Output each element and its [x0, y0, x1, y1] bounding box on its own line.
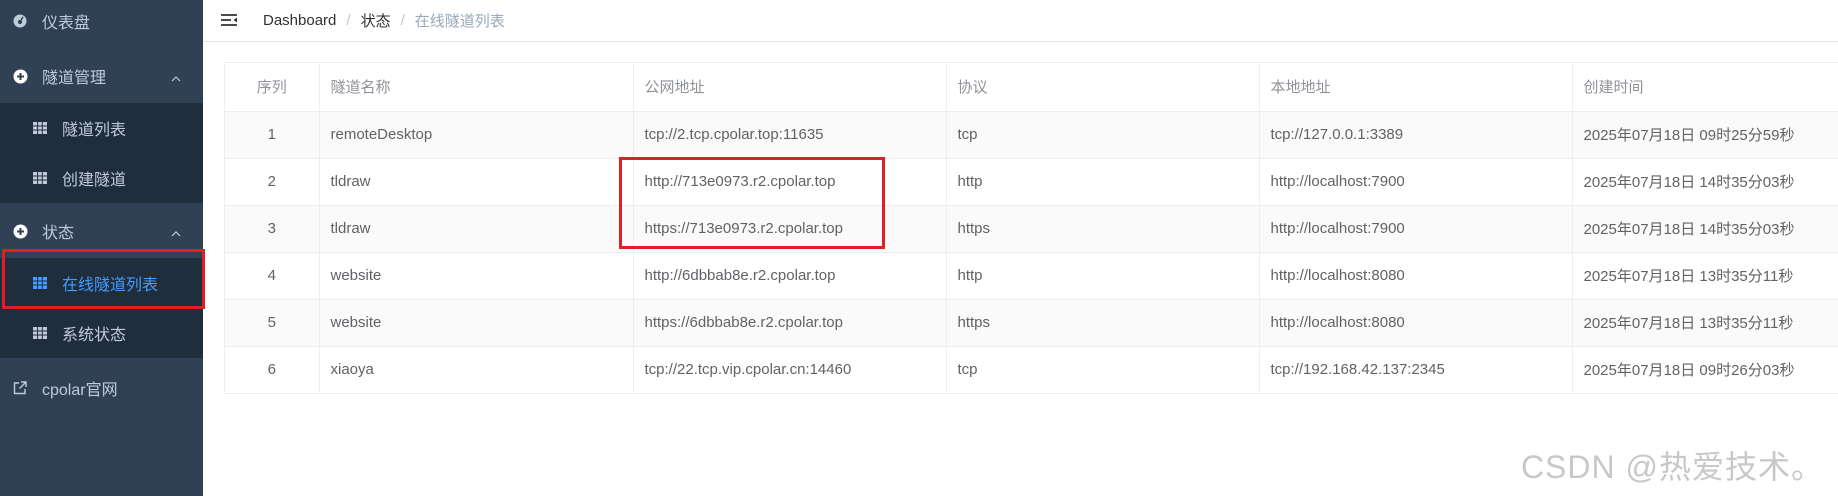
table-icon [32, 325, 48, 341]
cell-index: 5 [225, 299, 320, 347]
table-header-row: 序列 隧道名称 公网地址 协议 本地地址 创建时间 [225, 63, 1838, 112]
table-row: 6 xiaoya tcp://22.tcp.vip.cpolar.cn:1446… [225, 346, 1838, 394]
cell-name: website [319, 299, 634, 347]
sidebar-item-label: 仪表盘 [42, 15, 91, 32]
plus-circle-icon [12, 223, 28, 239]
sidebar-item-label: 隧道列表 [62, 122, 127, 139]
sidebar-item-cpolar-website[interactable]: cpolar官网 [0, 363, 203, 413]
table-row: 4 website http://6dbbab8e.r2.cpolar.top … [225, 252, 1838, 300]
cell-created-time: 2025年07月18日 09时25分59秒 [1572, 111, 1838, 159]
table-icon [32, 275, 48, 291]
hamburger-icon[interactable] [220, 13, 238, 29]
cell-public-url: https://6dbbab8e.r2.cpolar.top [633, 299, 947, 347]
cell-protocol: tcp [946, 111, 1260, 159]
sidebar-item-label: cpolar官网 [42, 382, 118, 399]
breadcrumb: Dashboard / 状态 / 在线隧道列表 [263, 10, 505, 31]
breadcrumb-current: 在线隧道列表 [414, 13, 505, 30]
cell-local-address: tcp://127.0.0.1:3389 [1259, 111, 1573, 159]
cell-index: 3 [225, 205, 320, 253]
cell-created-time: 2025年07月18日 13时35分11秒 [1572, 299, 1838, 347]
navbar: Dashboard / 状态 / 在线隧道列表 [203, 0, 1838, 42]
breadcrumb-dashboard[interactable]: Dashboard [263, 12, 336, 29]
breadcrumb-status: 状态 [360, 13, 391, 30]
cell-created-time: 2025年07月18日 09时26分03秒 [1572, 346, 1838, 394]
sidebar-item-label: 创建隧道 [62, 172, 127, 189]
cell-public-url: tcp://2.tcp.cpolar.top:11635 [633, 111, 947, 159]
column-header-name[interactable]: 隧道名称 [319, 63, 634, 112]
breadcrumb-separator: / [400, 12, 405, 29]
cell-created-time: 2025年07月18日 13时35分11秒 [1572, 252, 1838, 300]
cell-local-address: http://localhost:7900 [1259, 158, 1573, 206]
table-icon [32, 170, 48, 186]
table-row: 1 remoteDesktop tcp://2.tcp.cpolar.top:1… [225, 111, 1838, 159]
table-row: 2 tldraw http://713e0973.r2.cpolar.top h… [225, 158, 1838, 206]
cell-protocol: https [946, 299, 1260, 347]
cell-name: tldraw [319, 205, 634, 253]
cell-index: 1 [225, 111, 320, 159]
watermark: CSDN @热爱技术。 [1520, 449, 1824, 485]
sidebar-item-label: 状态 [42, 225, 75, 242]
cell-public-url: tcp://22.tcp.vip.cpolar.cn:14460 [633, 346, 947, 394]
sidebar-item-label: 隧道管理 [42, 70, 107, 87]
sidebar-item-tunnel-management[interactable]: 隧道管理 [0, 51, 203, 101]
cell-protocol: https [946, 205, 1260, 253]
sidebar: 仪表盘 隧道管理 隧道列表 创建隧道 状态 在线隧道列表 系统状态 cpolar… [0, 0, 203, 496]
cell-local-address: http://localhost:7900 [1259, 205, 1573, 253]
plus-circle-icon [12, 68, 28, 84]
cell-public-url: https://713e0973.r2.cpolar.top [633, 205, 947, 253]
table-icon [32, 120, 48, 136]
column-header-public-url[interactable]: 公网地址 [633, 63, 947, 112]
cell-protocol: http [946, 252, 1260, 300]
cell-index: 6 [225, 346, 320, 394]
breadcrumb-separator: / [346, 12, 351, 29]
cell-created-time: 2025年07月18日 14时35分03秒 [1572, 205, 1838, 253]
cell-index: 2 [225, 158, 320, 206]
sidebar-item-label: 系统状态 [62, 327, 127, 344]
cell-local-address: http://localhost:8080 [1259, 299, 1573, 347]
cell-created-time: 2025年07月18日 14时35分03秒 [1572, 158, 1838, 206]
table-row: 5 website https://6dbbab8e.r2.cpolar.top… [225, 299, 1838, 347]
cell-protocol: http [946, 158, 1260, 206]
online-tunnels-table: 序列 隧道名称 公网地址 协议 本地地址 创建时间 1 remoteDeskto… [224, 62, 1838, 394]
sidebar-item-dashboard[interactable]: 仪表盘 [0, 0, 203, 46]
cell-index: 4 [225, 252, 320, 300]
external-link-icon [12, 380, 28, 396]
cell-public-url: http://6dbbab8e.r2.cpolar.top [633, 252, 947, 300]
dashboard-icon [12, 13, 28, 29]
cell-name: website [319, 252, 634, 300]
sidebar-item-status[interactable]: 状态 [0, 206, 203, 256]
sidebar-item-tunnel-list[interactable]: 隧道列表 [0, 103, 203, 153]
cell-name: tldraw [319, 158, 634, 206]
cell-name: remoteDesktop [319, 111, 634, 159]
column-header-index[interactable]: 序列 [225, 63, 320, 112]
sidebar-item-online-tunnels[interactable]: 在线隧道列表 [0, 258, 203, 308]
cell-public-url: http://713e0973.r2.cpolar.top [633, 158, 947, 206]
sidebar-item-label: 在线隧道列表 [62, 277, 159, 294]
chevron-up-icon [171, 224, 181, 242]
chevron-up-icon [171, 69, 181, 87]
cell-local-address: http://localhost:8080 [1259, 252, 1573, 300]
sidebar-item-system-status[interactable]: 系统状态 [0, 308, 203, 358]
cell-protocol: tcp [946, 346, 1260, 394]
cell-name: xiaoya [319, 346, 634, 394]
column-header-created-time[interactable]: 创建时间 [1572, 63, 1838, 112]
cell-local-address: tcp://192.168.42.137:2345 [1259, 346, 1573, 394]
column-header-protocol[interactable]: 协议 [946, 63, 1260, 112]
table-row: 3 tldraw https://713e0973.r2.cpolar.top … [225, 205, 1838, 253]
column-header-local-address[interactable]: 本地地址 [1259, 63, 1573, 112]
sidebar-item-create-tunnel[interactable]: 创建隧道 [0, 153, 203, 203]
